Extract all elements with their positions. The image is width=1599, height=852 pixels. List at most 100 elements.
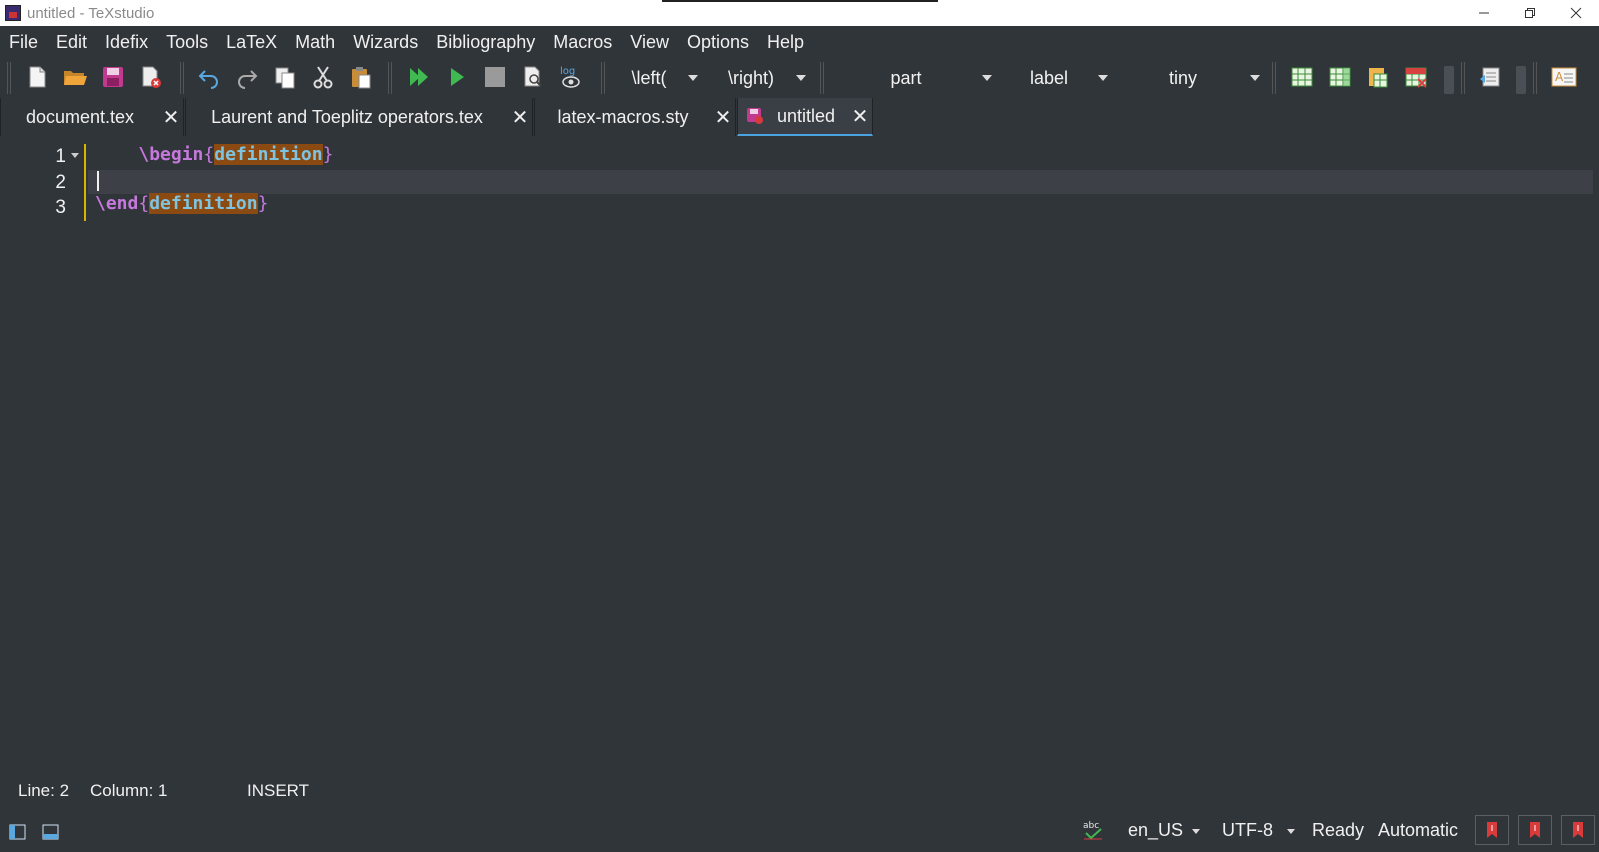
menu-macros[interactable]: Macros — [544, 32, 621, 53]
menu-idefix[interactable]: Idefix — [96, 32, 157, 53]
bookmark-button-2[interactable] — [1518, 815, 1552, 845]
undo-button[interactable] — [195, 63, 223, 91]
toolbar-extension-handle[interactable] — [1444, 66, 1454, 94]
sectioning-value: part — [890, 67, 922, 88]
toggle-messages-button[interactable] — [42, 823, 60, 846]
chevron-down-icon[interactable] — [1192, 829, 1200, 834]
code-editor[interactable]: 1 2 3 \begin{definition} \end{definition… — [0, 140, 1599, 760]
close-window-button[interactable] — [1553, 0, 1599, 26]
save-button[interactable] — [99, 63, 127, 91]
insert-table-button[interactable] — [1288, 63, 1316, 91]
text-insert-icon — [1480, 67, 1500, 87]
add-column-button[interactable] — [1326, 63, 1354, 91]
font-size-value: tiny — [1168, 67, 1197, 88]
tab-untitled[interactable]: untitled ✕ — [737, 98, 873, 136]
status-ready: Ready — [1312, 820, 1365, 840]
toolbar-separator — [1533, 62, 1537, 94]
toolbar-handle[interactable] — [7, 62, 11, 94]
restore-button[interactable] — [1507, 0, 1553, 26]
tab-latex-macros[interactable]: latex-macros.sty ✕ — [534, 98, 736, 136]
menu-bibliography[interactable]: Bibliography — [427, 32, 544, 53]
chevron-down-icon[interactable] — [1287, 829, 1295, 834]
brace: } — [257, 193, 269, 214]
close-tab-icon[interactable]: ✕ — [711, 105, 735, 130]
menu-edit[interactable]: Edit — [47, 32, 96, 53]
document-tab-bar: document.tex ✕ Laurent and Toeplitz oper… — [0, 98, 1599, 136]
cut-button[interactable] — [309, 63, 337, 91]
compile-mode-indicator[interactable]: Automatic — [1378, 820, 1458, 841]
font-size-dropdown[interactable]: tiny — [1116, 62, 1264, 94]
view-log-button[interactable]: log — [557, 63, 585, 91]
open-folder-icon — [64, 71, 87, 85]
redo-icon — [238, 70, 258, 89]
menu-view[interactable]: View — [621, 32, 678, 53]
language-selector[interactable]: en_US — [1128, 820, 1183, 841]
remove-table-button[interactable] — [1402, 63, 1430, 91]
table-delete-icon — [1405, 67, 1427, 88]
window-title: untitled - TeXstudio — [27, 4, 155, 22]
latex-command: \begin — [138, 144, 204, 165]
right-delimiter-dropdown[interactable]: \right) — [706, 62, 810, 94]
chevron-down-icon — [982, 75, 992, 81]
unsaved-document-icon — [747, 108, 763, 124]
tab-laurent-toeplitz[interactable]: Laurent and Toeplitz operators.tex ✕ — [185, 98, 533, 136]
tab-document-tex[interactable]: document.tex ✕ — [0, 98, 184, 136]
new-file-icon — [29, 66, 46, 88]
bookmark-button-1[interactable] — [1475, 815, 1509, 845]
compile-button[interactable] — [443, 63, 471, 91]
line-indicator: Line: 2 — [18, 781, 70, 800]
title-bar: untitled - TeXstudio — [0, 0, 1599, 26]
reference-dropdown[interactable]: label — [1000, 62, 1112, 94]
view-button[interactable] — [519, 63, 547, 91]
new-file-button[interactable] — [23, 63, 51, 91]
scissors-icon — [313, 66, 333, 89]
menu-file[interactable]: File — [0, 32, 47, 53]
tab-label: latex-macros.sty — [557, 106, 689, 127]
reference-value: label — [1029, 67, 1069, 88]
text-format-button[interactable]: A — [1550, 63, 1578, 91]
bookmark-button-3[interactable] — [1561, 815, 1595, 845]
environment-name: definition — [214, 144, 323, 165]
close-tab-icon[interactable]: ✕ — [159, 105, 183, 130]
edit-mode-indicator: INSERT — [247, 781, 310, 800]
fold-arrow-icon[interactable] — [71, 153, 79, 158]
paste-table-button[interactable] — [1364, 63, 1392, 91]
environment-name: definition — [149, 193, 258, 214]
spellcheck-button[interactable]: abc — [1082, 819, 1104, 846]
brace: { — [203, 144, 215, 165]
restore-icon — [1525, 8, 1535, 18]
left-delimiter-dropdown[interactable]: \left( — [610, 62, 702, 94]
menu-help[interactable]: Help — [758, 32, 813, 53]
sectioning-dropdown[interactable]: part — [830, 62, 996, 94]
open-file-button[interactable] — [61, 63, 89, 91]
toolbar: log \left( \right) part label tiny A — [0, 58, 1599, 98]
code-line-1: \begin{definition} — [95, 143, 333, 167]
paste-icon — [352, 67, 371, 89]
toolbar-extension-handle[interactable] — [1516, 66, 1526, 94]
toggle-sidepanel-button[interactable] — [9, 823, 27, 846]
svg-text:log: log — [560, 66, 575, 77]
close-tab-icon[interactable]: ✕ — [508, 105, 532, 130]
insert-text-button[interactable] — [1476, 63, 1504, 91]
menu-wizards[interactable]: Wizards — [344, 32, 427, 53]
menu-math[interactable]: Math — [286, 32, 344, 53]
code-line-3: \end{definition} — [95, 192, 268, 216]
paste-button[interactable] — [347, 63, 375, 91]
menu-options[interactable]: Options — [678, 32, 758, 53]
menu-latex[interactable]: LaTeX — [217, 32, 286, 53]
tab-label: document.tex — [25, 106, 135, 127]
toolbar-separator — [601, 62, 605, 94]
minimize-button[interactable] — [1461, 0, 1507, 26]
encoding-selector[interactable]: UTF-8 — [1222, 820, 1273, 841]
close-tab-icon[interactable]: ✕ — [848, 104, 872, 129]
menu-bar: File Edit Idefix Tools LaTeX Math Wizard… — [0, 27, 1599, 57]
redo-button[interactable] — [233, 63, 261, 91]
copy-button[interactable] — [271, 63, 299, 91]
menu-tools[interactable]: Tools — [157, 32, 217, 53]
stop-button[interactable] — [481, 63, 509, 91]
texstudio-app-icon — [5, 5, 21, 21]
build-and-view-button[interactable] — [405, 63, 433, 91]
tab-label: Laurent and Toeplitz operators.tex — [211, 106, 483, 127]
table-column-icon — [1329, 67, 1351, 87]
close-document-button[interactable] — [137, 63, 165, 91]
